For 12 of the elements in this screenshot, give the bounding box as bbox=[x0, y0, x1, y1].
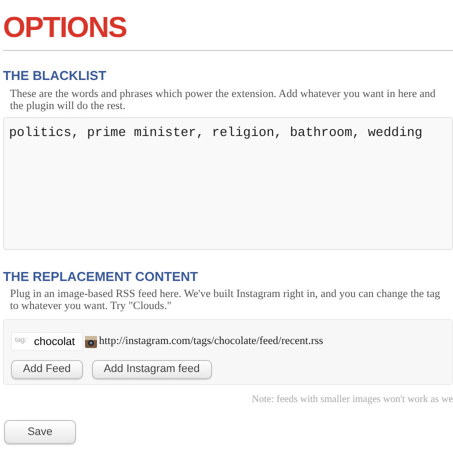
add-feed-button[interactable]: Add Feed bbox=[11, 360, 83, 379]
save-button[interactable]: Save bbox=[4, 420, 76, 444]
section-description: These are the words and phrases which power the extension. Add whatever you want in here and the plugin will do the rest. bbox=[10, 88, 437, 112]
camera-icon bbox=[85, 336, 97, 348]
section-description: Plug in an image-based RSS feed here. We've built Instagram right in, and you can change the tag to whatever you want. Try "Clouds." bbox=[10, 288, 442, 312]
page-title: OPTIONS bbox=[3, 11, 127, 46]
add-feed-button[interactable]: Add Instagram feed bbox=[92, 360, 212, 379]
feed-url: http://instagram.com/tags/chocolate/feed/recent.rss bbox=[99, 334, 324, 350]
blacklist-field[interactable]: politics, prime minister, religion, bathroom, wedding bbox=[3, 116, 453, 250]
section-heading: THE REPLACEMENT CONTENT bbox=[3, 268, 198, 286]
note-text: Note: feeds with smaller images won't work as we bbox=[252, 393, 453, 407]
section-heading: THE BLACKLIST bbox=[3, 67, 106, 85]
